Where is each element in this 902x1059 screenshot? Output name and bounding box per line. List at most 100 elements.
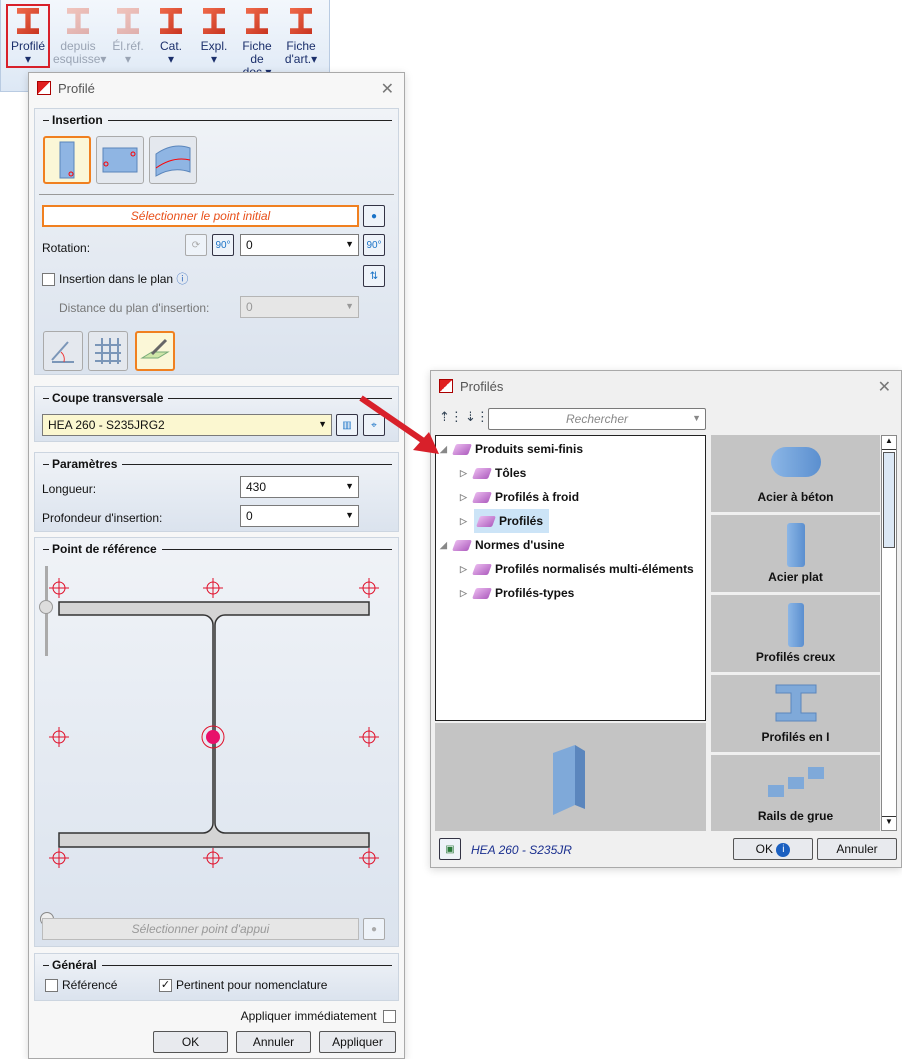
divider — [39, 194, 394, 195]
dialog-title: Profilé — [58, 80, 95, 96]
red-arrow-annotation — [359, 395, 439, 454]
ok-button[interactable]: OK — [153, 1031, 228, 1053]
flat-bar-icon — [786, 523, 805, 567]
scroll-down-icon[interactable]: ▼ — [882, 816, 896, 830]
rotation-combo[interactable]: 0 — [240, 234, 359, 256]
scroll-up-icon[interactable]: ▲ — [882, 436, 896, 450]
tree-item[interactable]: ▷ Profilés-types — [456, 583, 578, 603]
search-combo[interactable]: Rechercher — [488, 408, 706, 430]
point-options-icon[interactable]: ● — [363, 205, 385, 227]
preview-area — [435, 723, 706, 831]
tree-item[interactable]: ▷ Tôles — [456, 463, 530, 483]
parameters-section: Paramètres Longueur: 430 Profondeur d'in… — [34, 452, 399, 532]
bom-relevant-checkbox[interactable]: ✓ Pertinent pour nomenclature — [159, 978, 327, 993]
book-icon — [471, 467, 493, 479]
app-icon — [37, 81, 51, 95]
book-icon — [471, 587, 493, 599]
in-plane-checkbox[interactable]: Insertion dans le plan ⓘ — [42, 270, 188, 287]
section-heading: Insertion — [43, 113, 392, 127]
rotation-label: Rotation: — [42, 241, 91, 255]
expand-all-icon[interactable]: ⇣⋮ — [465, 409, 489, 425]
horizontal-insert-button[interactable] — [96, 136, 144, 184]
doc-sheet-icon — [242, 6, 272, 36]
profile-button[interactable]: Profilé ▾ — [6, 4, 50, 68]
vertical-insert-button[interactable] — [43, 136, 91, 184]
doc-sheet-button[interactable]: Fiche dedoc.▾ — [235, 4, 279, 79]
crane-rail-icon — [768, 767, 824, 797]
scrollbar[interactable]: ▲ ▼ — [881, 435, 897, 831]
cancel-button[interactable]: Annuler — [817, 838, 897, 860]
cancel-button[interactable]: Annuler — [236, 1031, 311, 1053]
tree-item[interactable]: ▷ Profilés à froid — [456, 487, 583, 507]
info-icon: i — [776, 842, 791, 857]
current-profile-label: HEA 260 - S235JR — [471, 843, 572, 857]
catalog-button[interactable]: Cat. ▾ — [153, 4, 189, 74]
tree-item[interactable]: ◢ Normes d'usine — [436, 535, 569, 555]
distance-combo[interactable]: 0 — [240, 296, 359, 318]
support-options-icon[interactable]: ● — [363, 918, 385, 940]
cross-section-section: Coupe transversale HEA 260 - S235JRG2 ▥ … — [34, 386, 399, 442]
book-icon — [451, 539, 473, 551]
rotate-ccw-90-icon[interactable]: 90° — [212, 234, 234, 256]
plane-edit-icon[interactable] — [135, 331, 175, 371]
insertion-section: Insertion Sélectionner le point initial … — [34, 108, 399, 375]
cross-section-combo[interactable]: HEA 260 - S235JRG2 — [42, 414, 332, 436]
profile-dialog: Profilé ✕ Insertion Sélectionner le poin… — [28, 72, 405, 1059]
scroll-thumb[interactable] — [883, 452, 895, 548]
article-sheet-button[interactable]: Fiche d'art.▾ — [283, 4, 319, 74]
depth-label: Profondeur d'insertion: — [42, 511, 163, 525]
profile-preview-icon — [553, 745, 585, 815]
depth-combo[interactable]: 0 — [240, 505, 359, 527]
tree-item-selected[interactable]: ▷ Profilés — [456, 509, 553, 533]
apply-button[interactable]: Appliquer — [319, 1031, 396, 1053]
sketch-profile-icon — [63, 6, 93, 36]
article-sheet-icon — [286, 6, 316, 36]
profile-icon — [13, 6, 43, 36]
tile-flat-steel[interactable]: Acier plat — [711, 515, 880, 592]
dialog-title: Profilés — [460, 378, 504, 394]
distance-label: Distance du plan d'insertion: — [59, 301, 210, 315]
select-initial-point-field[interactable]: Sélectionner le point initial — [42, 205, 359, 227]
category-tree: ◢ Produits semi-finis ▷ Tôles ▷ Profilés à … — [435, 435, 706, 721]
i-beam-icon — [775, 684, 817, 722]
rotate-reset-icon[interactable]: ⟳ — [185, 234, 207, 256]
book-icon — [471, 491, 493, 503]
tile-i-profiles[interactable]: Profilés en I — [711, 675, 880, 752]
book-icon — [475, 515, 497, 527]
ref-element-button[interactable]: Él.réf. ▾ — [107, 4, 149, 74]
length-combo[interactable]: 430 — [240, 476, 359, 498]
preview-toggle-icon[interactable]: ▣ — [439, 838, 461, 860]
apply-immediately-checkbox[interactable]: Appliquer immédiatement — [241, 1009, 396, 1024]
tree-item[interactable]: ◢ Produits semi-finis — [436, 439, 587, 459]
close-icon[interactable]: ✕ — [381, 79, 394, 99]
referenced-checkbox[interactable]: Référencé — [45, 978, 117, 993]
select-support-point-field[interactable]: Sélectionner point d'appui — [42, 918, 359, 940]
selected-reference-point[interactable] — [206, 730, 220, 744]
grid-icon[interactable] — [88, 331, 128, 371]
tile-rebar-steel[interactable]: Acier à béton — [711, 435, 880, 512]
ok-button[interactable]: OK i — [733, 838, 813, 860]
info-icon[interactable]: ⓘ — [176, 272, 188, 286]
reference-point-section: Point de référence Sélectionner point d'… — [34, 537, 399, 947]
flip-plane-icon[interactable]: ⇅ — [363, 265, 385, 287]
from-sketch-button[interactable]: depuis esquisse▾ — [53, 4, 106, 74]
tree-item[interactable]: ▷ Profilés normalisés multi-éléments — [456, 559, 698, 579]
rotate-cw-90-icon[interactable]: 90° — [363, 234, 385, 256]
i-beam-reference-diagram — [49, 578, 379, 868]
length-label: Longueur: — [42, 482, 97, 496]
explorer-icon — [199, 6, 229, 36]
curved-insert-button[interactable] — [149, 136, 197, 184]
hollow-profile-icon — [787, 603, 804, 647]
angle-icon[interactable] — [43, 331, 83, 371]
book-icon — [451, 443, 473, 455]
tile-hollow-profiles[interactable]: Profilés creux — [711, 595, 880, 672]
tile-crane-rails[interactable]: Rails de grue — [711, 755, 880, 831]
general-section: Général Référencé ✓ Pertinent pour nomenc… — [34, 953, 399, 1001]
ref-element-icon — [113, 6, 143, 36]
explorer-button[interactable]: Expl. ▾ — [194, 4, 234, 74]
book-icon — [471, 563, 493, 575]
close-icon[interactable]: ✕ — [878, 377, 891, 397]
cylinder-icon — [770, 447, 821, 477]
profiles-dialog: Profilés ✕ ⇡⋮ ⇣⋮ Rechercher ◢Produits se… — [430, 370, 902, 868]
catalog-icon — [156, 6, 186, 36]
